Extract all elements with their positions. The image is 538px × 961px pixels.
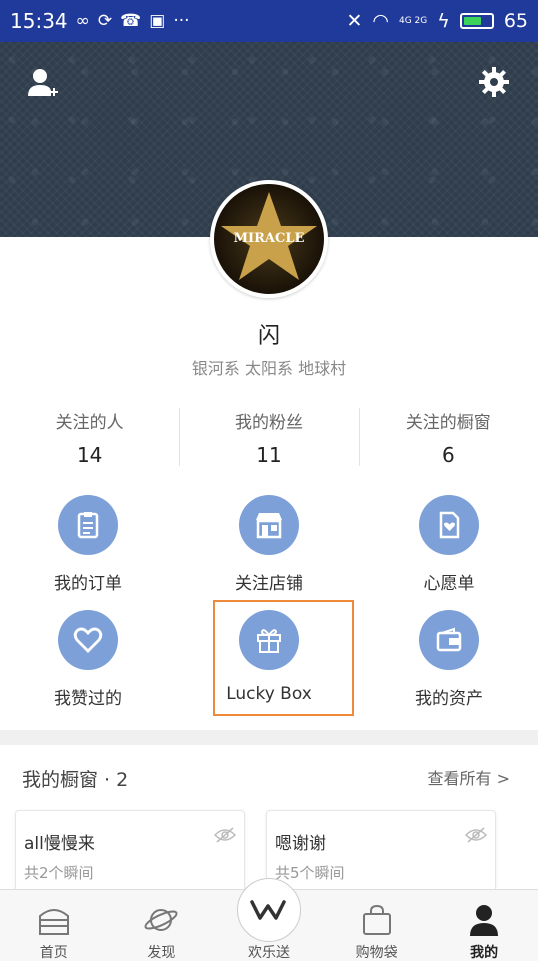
user-icon xyxy=(470,905,499,936)
infinity-icon: ∞ xyxy=(75,11,90,31)
followed-stores-button[interactable]: 关注店铺 xyxy=(199,495,339,594)
more-icon: ··· xyxy=(173,11,190,31)
grid-label: 我的订单 xyxy=(54,574,122,594)
stat-followed-showcases[interactable]: 关注的橱窗 6 xyxy=(358,400,538,470)
home-icon xyxy=(38,909,69,935)
my-assets-button[interactable]: 我的资产 xyxy=(379,610,519,709)
battery-icon xyxy=(459,13,494,29)
stat-label: 关注的橱窗 xyxy=(405,413,491,433)
happy-delivery-center-button[interactable] xyxy=(237,878,301,942)
stat-label: 我的粉丝 xyxy=(234,413,303,433)
grid-label: 我赞过的 xyxy=(54,689,122,709)
stat-label: 关注的人 xyxy=(55,413,124,433)
nav-label: 购物袋 xyxy=(355,945,398,961)
nav-shopping-bag[interactable]: 购物袋 xyxy=(323,890,431,961)
call-icon: ☎ xyxy=(120,11,142,31)
hidden-eye-icon[interactable] xyxy=(465,827,487,843)
svg-text:MIRACLE: MIRACLE xyxy=(234,231,305,246)
showcase-card-name: 嗯谢谢 xyxy=(275,834,326,854)
showcase-card-name: all慢慢来 xyxy=(24,834,95,854)
grid-label: 心愿单 xyxy=(423,574,475,594)
stats-row: 关注的人 14 我的粉丝 11 关注的橱窗 6 xyxy=(0,400,538,470)
store-icon xyxy=(239,495,299,555)
showcase-card[interactable]: all慢慢来 共2个瞬间 xyxy=(15,810,245,900)
stat-value: 11 xyxy=(256,443,282,467)
nav-label: 首页 xyxy=(39,945,68,961)
showcase-card-count: 共5个瞬间 xyxy=(275,864,345,882)
app-icon: ▣ xyxy=(149,11,166,31)
wishlist-button[interactable]: 心愿单 xyxy=(379,495,519,594)
liked-button[interactable]: 我赞过的 xyxy=(18,610,158,709)
wishlist-icon xyxy=(419,495,479,555)
my-orders-button[interactable]: 我的订单 xyxy=(18,495,158,594)
user-location: 银河系 太阳系 地球村 xyxy=(191,359,347,378)
heart-icon xyxy=(58,610,118,670)
nav-discover[interactable]: 发现 xyxy=(108,890,216,961)
sync-icon: ⟳ xyxy=(97,11,113,31)
shopping-bag-icon xyxy=(362,904,391,935)
user-nickname: 闪 xyxy=(257,324,280,349)
w-logo-icon xyxy=(250,900,286,920)
avatar[interactable]: MIRACLE xyxy=(210,180,328,298)
clipboard-icon xyxy=(58,495,118,555)
showcase-card-count: 共2个瞬间 xyxy=(24,864,94,882)
showcase-card[interactable]: 嗯谢谢 共5个瞬间 xyxy=(266,810,496,900)
grid-label: 我的资产 xyxy=(415,689,483,709)
nav-me[interactable]: 我的 xyxy=(430,890,538,961)
nav-label: 欢乐送 xyxy=(247,945,290,961)
lucky-box-highlight xyxy=(213,600,354,716)
settings-gear-icon[interactable] xyxy=(478,66,510,98)
nav-label: 发现 xyxy=(147,945,176,961)
planet-icon xyxy=(144,909,178,931)
stat-following[interactable]: 关注的人 14 xyxy=(0,400,179,470)
miracle-star-logo: MIRACLE xyxy=(221,192,317,280)
signal-icon: 4G 2G xyxy=(399,16,428,26)
stat-value: 14 xyxy=(76,443,103,467)
add-friend-icon[interactable] xyxy=(26,66,60,100)
view-all-link[interactable]: 查看所有 > xyxy=(428,765,511,789)
status-bar: 15:34 ∞ ⟳ ☎ ▣ ··· ✕ ◠ 4G 2G ϟ 65 xyxy=(0,0,538,42)
nav-home[interactable]: 首页 xyxy=(0,890,108,961)
nav-label: 我的 xyxy=(470,945,499,961)
mute-icon: ✕ xyxy=(346,10,363,32)
stat-value: 6 xyxy=(441,443,455,467)
status-time: 15:34 xyxy=(10,9,68,33)
showcase-title: 我的橱窗 · 2 xyxy=(22,769,129,791)
grid-label: 关注店铺 xyxy=(235,574,303,594)
wifi-icon: ◠ xyxy=(372,10,389,32)
wallet-icon xyxy=(419,610,479,670)
charging-icon: ϟ xyxy=(437,10,450,32)
my-showcase-section: 我的橱窗 · 2 查看所有 > all慢慢来 共2个瞬间 嗯谢谢 共5个瞬间 xyxy=(0,745,538,900)
battery-level: 65 xyxy=(503,10,528,32)
hidden-eye-icon[interactable] xyxy=(214,827,236,843)
stat-fans[interactable]: 我的粉丝 11 xyxy=(179,400,358,470)
